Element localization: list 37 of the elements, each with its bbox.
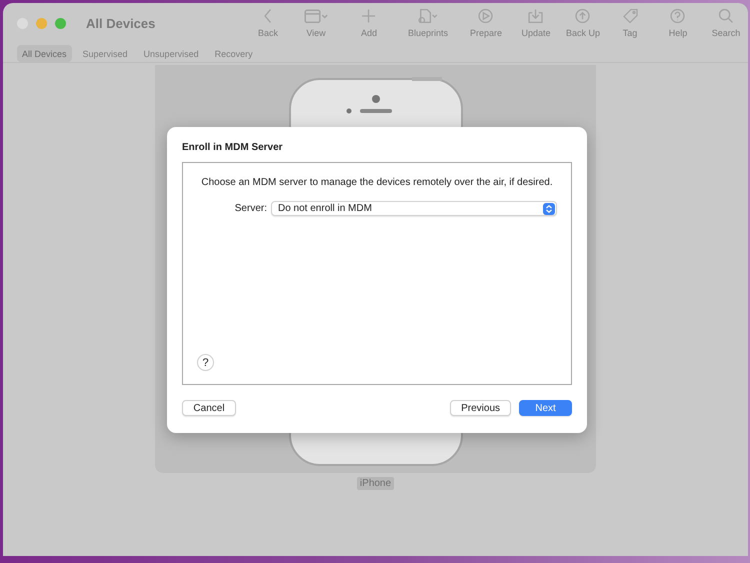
toolbar-icon [719, 9, 733, 23]
dialog-title: Enroll in MDM Server [182, 142, 284, 153]
dialog-button[interactable]: Previous [450, 400, 511, 416]
dialog-button[interactable]: Cancel [182, 400, 236, 416]
filter-tab[interactable]: Supervised [78, 45, 133, 62]
toolbar-icon [264, 9, 272, 23]
toolbar-button[interactable]: Help [654, 8, 702, 38]
toolbar-button[interactable]: Add [342, 8, 396, 38]
filter-tab[interactable]: Unsupervised [138, 45, 204, 62]
toolbar-icon [361, 9, 377, 23]
toolbar-button[interactable]: Tag [610, 8, 650, 38]
toolbar-button[interactable]: Back Up [560, 8, 606, 38]
toolbar-icon [528, 9, 544, 23]
toolbar-button[interactable]: Blueprints [400, 8, 456, 38]
zoom-button[interactable] [55, 18, 66, 28]
toolbar-button[interactable]: Back [246, 8, 290, 38]
toolbar-button[interactable]: Prepare [460, 8, 512, 38]
server-label: Server: [234, 203, 267, 214]
chevron-updown-icon [543, 202, 555, 214]
minimize-button[interactable] [36, 18, 47, 28]
toolbar-button[interactable]: Search [706, 8, 746, 38]
help-button[interactable]: ? [197, 354, 214, 371]
server-popup[interactable]: Do not enroll in MDM [271, 201, 557, 216]
toolbar-icon [304, 9, 328, 23]
toolbar-icon [418, 9, 438, 23]
toolbar-icon [478, 9, 494, 23]
dialog-message: Choose an MDM server to manage the devices remotely over the air, if desired. [200, 177, 554, 188]
toolbar-button[interactable]: View [294, 8, 338, 38]
toolbar-icon [670, 9, 686, 23]
device-name: iPhone [356, 477, 394, 490]
next-button[interactable]: Next [519, 400, 572, 416]
toolbar-icon [575, 9, 591, 23]
window-title: All Devices [86, 16, 156, 30]
toolbar-icon [622, 9, 638, 23]
toolbar-button[interactable]: Update [516, 8, 556, 38]
filter-tab[interactable]: All Devices [17, 45, 72, 62]
filter-tab[interactable]: Recovery [210, 45, 258, 62]
